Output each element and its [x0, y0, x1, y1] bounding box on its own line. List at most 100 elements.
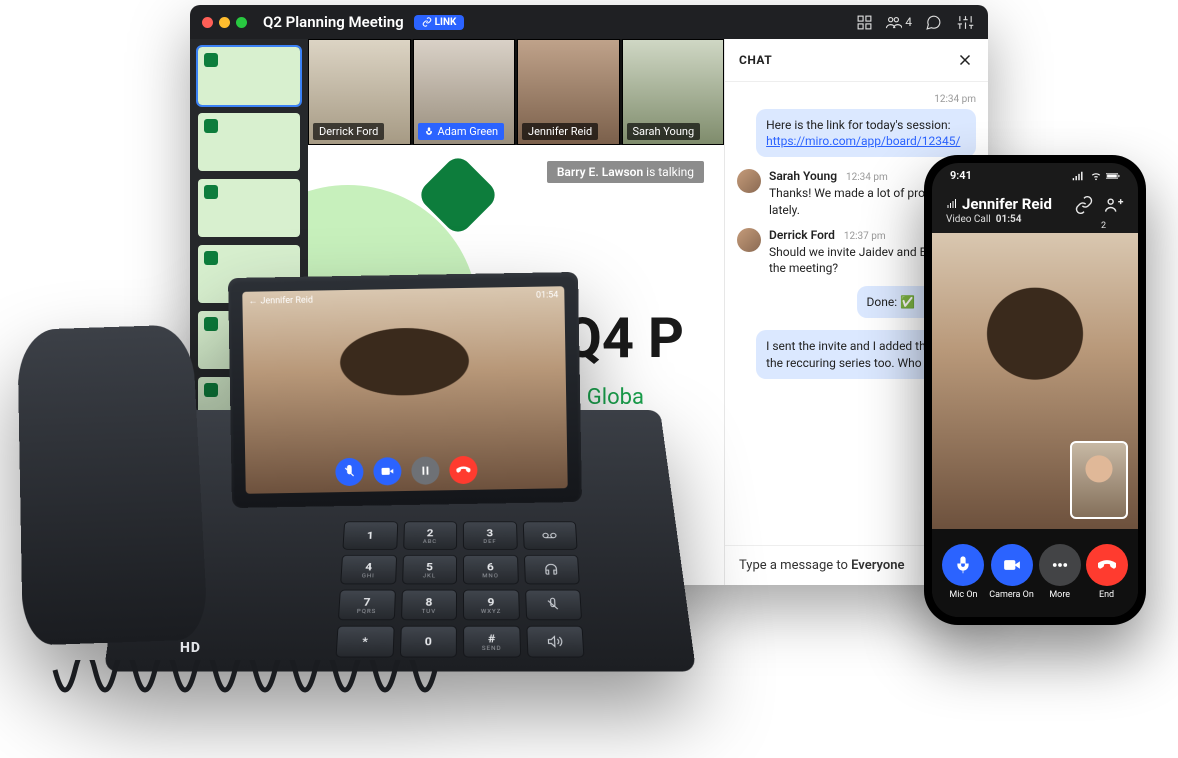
chat-msg-text: Done: ✅ — [867, 295, 916, 309]
chat-msg-text: Here is the link for today's session: — [766, 118, 950, 132]
video-button[interactable] — [373, 457, 401, 485]
desk-phone-caller-name: ← Jennifer Reid — [248, 295, 313, 307]
keypad-key-0[interactable]: 0 — [399, 626, 457, 658]
btn-label: End — [1099, 590, 1114, 600]
slide-thumbnail[interactable] — [198, 47, 300, 105]
chat-timestamp: 12:34 pm — [737, 94, 976, 105]
mobile-status-bar: 9:41 — [932, 169, 1138, 182]
mobile-call-subtitle: Video Call 01:54 — [946, 214, 1064, 225]
chat-timestamp: 12:34 pm — [846, 172, 888, 183]
participant-name-label: Sarah Young — [633, 125, 695, 138]
desk-phone-keypad: 12ABC3DEF 4GHI5JKL6MNO 7PQRS8TUV9WXYZ *0#SE… — [335, 521, 584, 657]
keypad-key-2[interactable]: 2ABC — [403, 521, 457, 549]
camera-toggle-button[interactable]: Camera On — [989, 544, 1034, 600]
slide-thumbnail[interactable] — [198, 179, 300, 237]
participant-tile[interactable]: Adam Green — [413, 39, 516, 145]
participant-tile[interactable]: Jennifer Reid — [517, 39, 620, 145]
battery-icon — [1106, 171, 1120, 181]
headset-key[interactable] — [523, 555, 579, 584]
mobile-remote-video — [932, 233, 1138, 529]
link-badge-label: LINK — [435, 17, 457, 28]
voicemail-key[interactable] — [522, 521, 577, 549]
desk-phone-call-time: 01:54 — [536, 290, 559, 301]
wifi-icon — [1089, 171, 1103, 181]
participants-count: 4 — [905, 15, 912, 29]
participant-video-row: Derrick Ford Adam Green Jennifer Reid Sa… — [308, 39, 724, 145]
chat-header: CHAT — [725, 39, 988, 82]
keypad-key-3[interactable]: 3DEF — [463, 521, 517, 549]
btn-label: Mic On — [949, 590, 977, 600]
btn-label: More — [1049, 590, 1070, 600]
speaker-key[interactable] — [526, 626, 585, 658]
phone-cord — [50, 660, 470, 720]
avatar — [737, 169, 761, 193]
participants-icon[interactable]: 4 — [885, 11, 912, 33]
keypad-key-#[interactable]: #SEND — [463, 626, 521, 658]
copy-link-button[interactable]: LINK — [414, 15, 465, 30]
keypad-key-8[interactable]: 8TUV — [400, 590, 457, 621]
minimize-window-button[interactable] — [219, 17, 230, 28]
avatar — [737, 228, 761, 252]
more-options-button[interactable]: More — [1039, 544, 1081, 600]
hangup-button[interactable] — [449, 456, 477, 484]
mobile-clock: 9:41 — [950, 169, 972, 182]
chat-link[interactable]: https://miro.com/app/board/12345/ — [766, 134, 960, 148]
phone-handset[interactable] — [17, 324, 208, 645]
mobile-call-header: Jennifer Reid Video Call 01:54 2 — [932, 191, 1138, 233]
mobile-caller-name: Jennifer Reid — [946, 195, 1064, 213]
settings-sliders-icon[interactable] — [954, 11, 976, 33]
participant-name-label: Jennifer Reid — [528, 125, 592, 138]
slide-thumbnail[interactable] — [198, 113, 300, 171]
signal-bars-icon — [946, 198, 958, 210]
keypad-key-4[interactable]: 4GHI — [340, 555, 396, 584]
mic-mute-button[interactable] — [335, 458, 363, 486]
keypad-key-7[interactable]: 7PQRS — [338, 590, 396, 621]
chat-timestamp: 12:37 pm — [844, 231, 886, 242]
keypad-key-1[interactable]: 1 — [342, 521, 397, 549]
participant-tile[interactable]: Derrick Ford — [308, 39, 411, 145]
keypad-key-*[interactable]: * — [335, 626, 394, 658]
keypad-key-9[interactable]: 9WXYZ — [463, 590, 520, 621]
close-chat-button[interactable] — [956, 51, 974, 69]
layout-grid-icon[interactable] — [853, 11, 875, 33]
mobile-device: 9:41 Jennifer Reid Video Call 01:54 — [924, 155, 1146, 625]
chat-author: Sarah Young — [769, 169, 837, 183]
add-participant-icon[interactable]: 2 — [1104, 195, 1124, 215]
participant-tile[interactable]: Sarah Young — [622, 39, 725, 145]
meeting-title: Q2 Planning Meeting — [263, 13, 404, 31]
chat-icon[interactable] — [922, 11, 944, 33]
keypad-key-5[interactable]: 5JKL — [402, 555, 457, 584]
signal-icon — [1072, 171, 1086, 181]
traffic-lights — [202, 17, 247, 28]
speaking-indicator: Barry E. Lawson is talking — [547, 161, 704, 183]
chat-header-label: CHAT — [739, 53, 772, 67]
speaking-name: Barry E. Lawson — [557, 165, 643, 179]
close-window-button[interactable] — [202, 17, 213, 28]
window-titlebar: Q2 Planning Meeting LINK 4 — [190, 5, 988, 39]
chat-author: Derrick Ford — [769, 228, 835, 242]
speaking-suffix: is talking — [646, 165, 694, 179]
desk-phone-screen-controls — [245, 454, 567, 488]
participant-name-label: Derrick Ford — [319, 125, 378, 138]
btn-label: Camera On — [989, 590, 1034, 600]
end-call-button[interactable]: End — [1086, 544, 1128, 600]
hd-badge: HD — [180, 640, 201, 656]
pause-button[interactable] — [411, 456, 439, 484]
chat-outgoing-message: Here is the link for today's session: ht… — [756, 109, 976, 157]
chat-input-placeholder-pre: Type a message to — [739, 558, 851, 573]
mobile-status-icons — [1072, 169, 1120, 182]
desk-phone: ← Jennifer Reid 01:54 12ABC3DEF 4GHI5JKL6… — [20, 260, 700, 720]
chat-input-target: Everyone — [851, 558, 904, 573]
mobile-self-video[interactable] — [1070, 441, 1128, 519]
desk-phone-screen-bezel: ← Jennifer Reid 01:54 — [228, 272, 582, 508]
copy-link-icon[interactable] — [1074, 195, 1094, 215]
mute-key[interactable] — [525, 590, 583, 621]
mic-toggle-button[interactable]: Mic On — [942, 544, 984, 600]
desk-phone-screen[interactable]: ← Jennifer Reid 01:54 — [242, 286, 567, 494]
keypad-key-6[interactable]: 6MNO — [463, 555, 518, 584]
participant-name-label: Adam Green — [438, 125, 499, 138]
mobile-screen: 9:41 Jennifer Reid Video Call 01:54 — [932, 163, 1138, 617]
participant-count-badge: 2 — [1101, 221, 1106, 231]
mobile-call-controls: Mic On Camera On More End — [932, 529, 1138, 617]
maximize-window-button[interactable] — [236, 17, 247, 28]
